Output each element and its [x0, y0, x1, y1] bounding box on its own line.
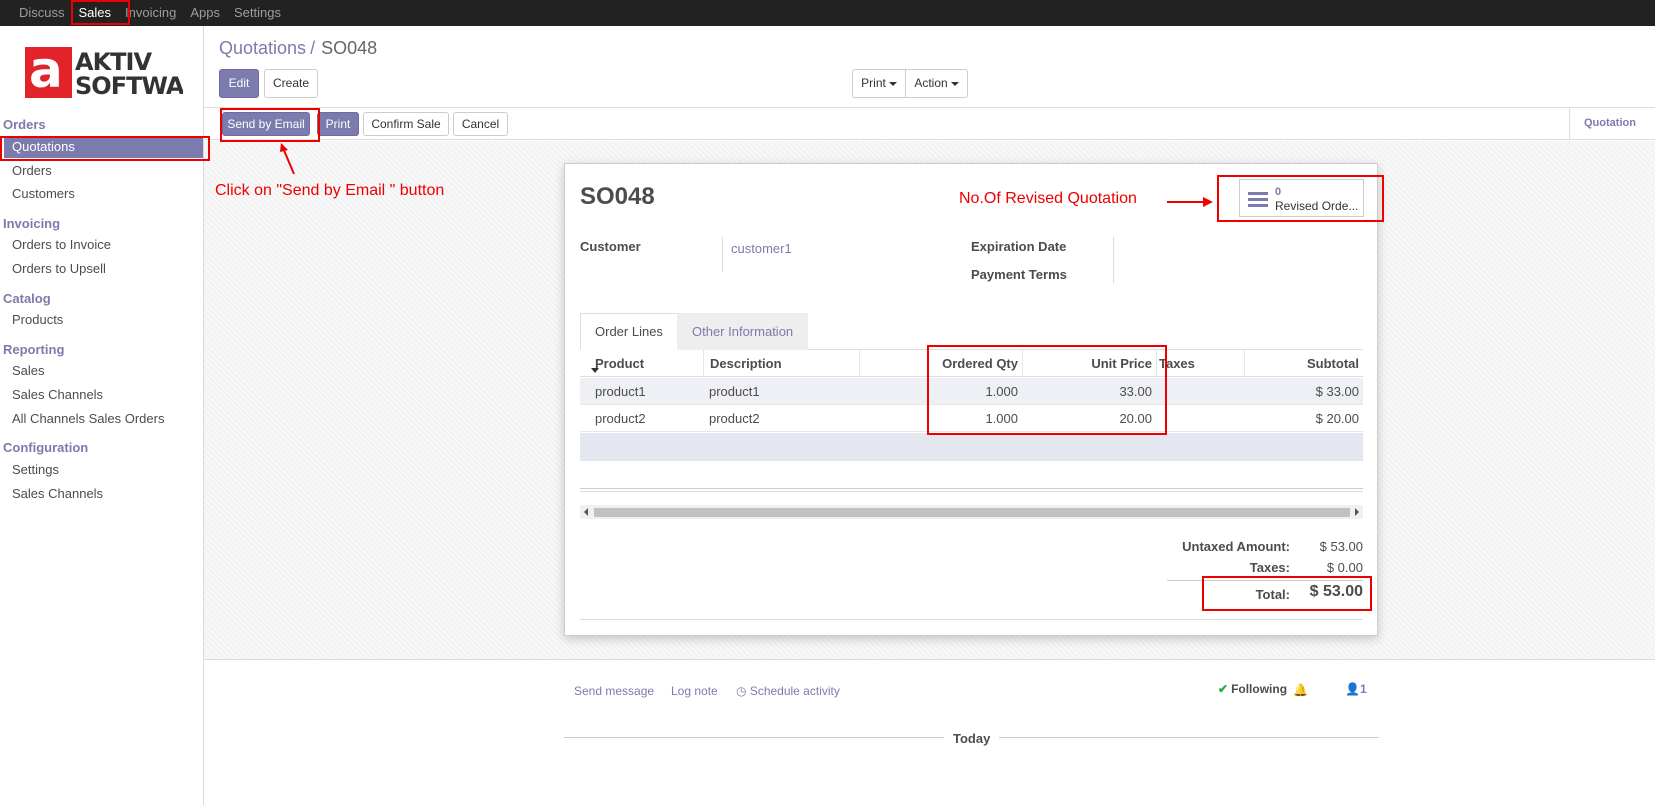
chatter-divider: [204, 659, 1655, 660]
edit-button[interactable]: Edit: [219, 69, 259, 98]
column-subtotal[interactable]: Subtotal: [1244, 350, 1363, 377]
taxes-label: Taxes:: [1249, 560, 1290, 575]
nav-apps[interactable]: Apps: [183, 0, 227, 26]
schedule-activity-link[interactable]: ◷ Schedule activity: [736, 684, 840, 698]
print-dropdown[interactable]: Print: [852, 69, 906, 98]
customer-field[interactable]: customer1: [731, 241, 792, 256]
confirm-sale-button[interactable]: Confirm Sale: [363, 112, 449, 136]
row-product: product1: [595, 384, 646, 399]
sidebar-item-customers[interactable]: Customers: [0, 183, 204, 205]
column-product-label: Product: [595, 356, 645, 371]
annotation-revised-quotation: No.Of Revised Quotation: [959, 190, 1137, 207]
sidebar-section-orders: Orders: [3, 117, 46, 132]
untaxed-amount-value: $ 53.00: [1319, 539, 1363, 554]
sidebar-section-reporting: Reporting: [3, 342, 65, 357]
highlight-quotations-item: [0, 136, 210, 161]
logo-mark: a: [25, 45, 72, 98]
highlight-revised-orders: [1217, 175, 1384, 222]
column-spacer: [859, 350, 928, 377]
user-icon: 👤: [1345, 682, 1360, 696]
row-description: product2: [709, 411, 760, 426]
check-icon: ✔: [1218, 682, 1229, 696]
column-taxes[interactable]: Taxes: [1156, 350, 1244, 377]
payment-terms-label: Payment Terms: [971, 267, 1067, 282]
highlight-qty-price-columns: [927, 345, 1167, 435]
create-button[interactable]: Create: [264, 69, 318, 98]
sort-caret-icon: [591, 368, 599, 373]
highlight-total: [1202, 576, 1372, 611]
order-title: SO048: [580, 183, 655, 210]
nav-discuss[interactable]: Discuss: [12, 0, 72, 26]
followers-button[interactable]: 👤1: [1345, 682, 1367, 696]
following-label: Following: [1231, 682, 1288, 696]
company-logo: a AKTIV SOFTWARE: [20, 42, 183, 103]
row-description: product1: [709, 384, 760, 399]
today-label: Today: [953, 731, 991, 746]
sidebar-section-configuration: Configuration: [3, 440, 89, 455]
sidebar-section-invoicing: Invoicing: [3, 216, 61, 231]
following-button[interactable]: ✔ Following: [1218, 682, 1287, 696]
sidebar-item-orders-to-upsell[interactable]: Orders to Upsell: [0, 258, 204, 280]
nav-settings[interactable]: Settings: [227, 0, 288, 26]
tab-order-lines[interactable]: Order Lines: [580, 313, 678, 350]
status-stage-quotation[interactable]: Quotation: [1569, 108, 1655, 139]
sidebar-item-products[interactable]: Products: [0, 309, 204, 331]
breadcrumb: Quotations / SO048: [219, 38, 377, 59]
field-separator: [1113, 237, 1114, 283]
action-dropdown[interactable]: Action: [905, 69, 968, 98]
scroll-left-icon[interactable]: [584, 508, 588, 516]
logo-word-software: SOFTWARE: [75, 72, 183, 100]
sidebar-item-config-sales-channels[interactable]: Sales Channels: [0, 483, 204, 505]
row-subtotal: $ 33.00: [1315, 384, 1359, 399]
scrollbar-thumb[interactable]: [594, 508, 1350, 517]
taxes-value: $ 0.00: [1326, 560, 1363, 575]
sidebar-item-sales-channels[interactable]: Sales Channels: [0, 384, 204, 406]
chevron-down-icon: [888, 81, 897, 86]
expiration-date-label: Expiration Date: [971, 239, 1067, 254]
sidebar-item-orders[interactable]: Orders: [0, 160, 204, 182]
sidebar-item-orders-to-invoice[interactable]: Orders to Invoice: [0, 234, 204, 256]
highlight-sales-menu: [71, 0, 130, 25]
breadcrumb-current: SO048: [321, 38, 378, 58]
arrow-right-icon: [1167, 197, 1213, 207]
sidebar-item-sales[interactable]: Sales: [0, 360, 204, 382]
breadcrumb-quotations[interactable]: Quotations: [219, 38, 306, 58]
schedule-activity-label: Schedule activity: [749, 684, 840, 698]
sidebar-item-all-channels-sales-orders[interactable]: All Channels Sales Orders: [0, 408, 204, 430]
sheet-footer-divider: [580, 619, 1363, 620]
send-message-link[interactable]: Send message: [574, 684, 654, 698]
horizontal-scrollbar[interactable]: [580, 505, 1363, 519]
print-button[interactable]: Print: [317, 112, 359, 136]
chevron-down-icon: [950, 81, 959, 86]
table-footer-divider: [580, 488, 1363, 492]
cancel-button[interactable]: Cancel: [453, 112, 508, 136]
action-dropdown-label: Action: [914, 76, 948, 90]
log-note-link[interactable]: Log note: [671, 684, 718, 698]
column-description[interactable]: Description: [703, 350, 859, 377]
row-product: product2: [595, 411, 646, 426]
field-separator: [722, 237, 723, 272]
sidebar-item-settings[interactable]: Settings: [0, 459, 204, 481]
bell-icon[interactable]: 🔔: [1293, 683, 1308, 697]
annotation-send-email: Click on "Send by Email " button: [215, 182, 445, 199]
highlight-send-email-button: [220, 108, 320, 142]
tab-other-information[interactable]: Other Information: [677, 313, 809, 350]
customer-label: Customer: [580, 239, 641, 254]
breadcrumb-separator: /: [310, 38, 316, 58]
sidebar-section-catalog: Catalog: [3, 291, 51, 306]
followers-count: 1: [1359, 682, 1367, 696]
top-navbar: Discuss Sales Invoicing Apps Settings: [0, 0, 1655, 26]
clock-icon: ◷: [736, 684, 750, 698]
print-dropdown-label: Print: [861, 76, 886, 90]
today-divider-right: [999, 737, 1379, 738]
arrow-up-icon: [280, 143, 295, 175]
scroll-right-icon[interactable]: [1355, 508, 1359, 516]
untaxed-amount-label: Untaxed Amount:: [1182, 539, 1290, 554]
add-line-row[interactable]: [580, 433, 1363, 461]
row-subtotal: $ 20.00: [1315, 411, 1359, 426]
today-divider-left: [564, 737, 944, 738]
